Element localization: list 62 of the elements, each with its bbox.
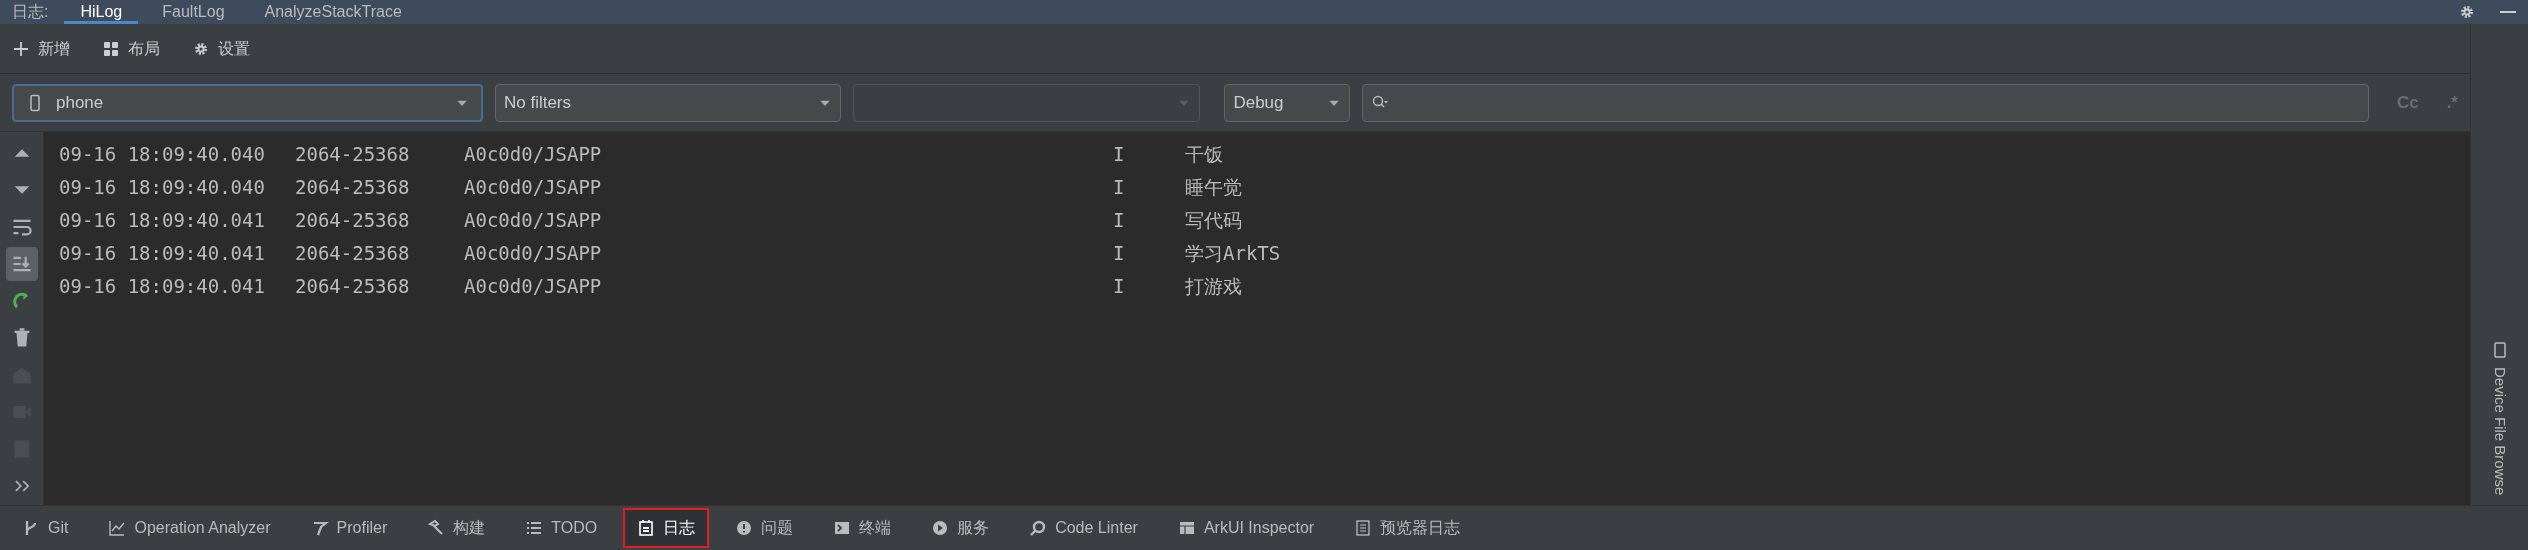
document-icon	[1354, 519, 1373, 537]
tab[interactable]: AnalyzeStackTrace	[248, 0, 418, 24]
log-tag: A0c0d0/JSAPP	[464, 272, 1113, 301]
tool-window-tab[interactable]: 服务	[917, 508, 1004, 548]
log-level: I	[1113, 241, 1126, 267]
tool-window-tab[interactable]: Operation Analyzer	[94, 508, 285, 548]
log-pid: 2064-25368	[295, 208, 411, 234]
toolbar-button[interactable]: 布局	[102, 36, 160, 61]
tool-window-tab[interactable]: 问题	[721, 508, 808, 548]
log-pid: 2064-25368	[295, 142, 411, 168]
log-tag: A0c0d0/JSAPP	[464, 140, 1113, 169]
tool-window-tab[interactable]: Code Linter	[1015, 508, 1152, 548]
log-tag: A0c0d0/JSAPP	[464, 173, 1113, 202]
play-icon	[931, 519, 950, 537]
log-pid: 2064-25368	[295, 241, 411, 267]
tool-window-tab[interactable]: 预览器日志	[1340, 508, 1475, 548]
plus-icon	[12, 39, 30, 58]
side-tool-button[interactable]	[5, 247, 38, 281]
log-time: 09-16 18:09:40.041	[58, 274, 266, 300]
log-tag: A0c0d0/JSAPP	[464, 239, 1113, 268]
toolbar-button[interactable]: 新增	[12, 36, 70, 61]
log-pid: 2064-25368	[295, 175, 411, 201]
device-dropdown[interactable]: phone	[12, 83, 483, 122]
tool-window-tab[interactable]: Git	[8, 508, 83, 548]
toolbar-button[interactable]: 设置	[192, 36, 250, 61]
log-tag: A0c0d0/JSAPP	[464, 206, 1113, 235]
log-message: 打游戏	[1185, 274, 1242, 300]
log-message: 学习ArkTS	[1185, 241, 1281, 267]
side-panel-tab[interactable]: Device File Browse	[2488, 340, 2511, 495]
tool-window-tab[interactable]: Profiler	[296, 508, 402, 548]
log-level: I	[1113, 208, 1126, 234]
grid-icon	[102, 39, 120, 58]
log-time: 09-16 18:09:40.040	[58, 142, 266, 168]
tool-window-tab[interactable]: TODO	[511, 508, 612, 548]
log-time: 09-16 18:09:40.041	[58, 241, 266, 267]
tool-window-tab[interactable]: 构建	[413, 508, 500, 548]
line-chart-icon	[108, 519, 127, 537]
level-dropdown[interactable]: Debug	[1224, 83, 1350, 122]
log-message: 睡午觉	[1185, 175, 1242, 201]
log-message: 写代码	[1185, 208, 1242, 234]
log-message: 干饭	[1185, 142, 1223, 168]
tool-window-tab[interactable]: 终端	[819, 508, 906, 548]
terminal-icon	[833, 519, 852, 537]
log-pid: 2064-25368	[295, 274, 411, 300]
tab[interactable]: FaultLog	[146, 0, 241, 24]
log-icon	[637, 519, 656, 537]
log-level: I	[1113, 274, 1126, 300]
settings-icon	[2458, 3, 2476, 21]
tool-window-tab[interactable]: 日志	[623, 508, 710, 548]
filter-dropdown[interactable]: No filters	[494, 83, 841, 122]
search-field[interactable]	[1361, 83, 2369, 122]
tool-window-tab[interactable]: ArkUI Inspector	[1163, 508, 1329, 548]
list-icon	[525, 519, 544, 537]
tabs-label: 日志:	[12, 2, 49, 22]
magnifier-icon	[1029, 519, 1048, 537]
log-time: 09-16 18:09:40.041	[58, 208, 266, 234]
log-level: I	[1113, 175, 1126, 201]
alert-icon	[735, 519, 754, 537]
log-time: 09-16 18:09:40.040	[58, 175, 266, 201]
table-icon	[1177, 519, 1196, 537]
tab[interactable]: HiLog	[64, 0, 139, 24]
log-level: I	[1113, 142, 1126, 168]
